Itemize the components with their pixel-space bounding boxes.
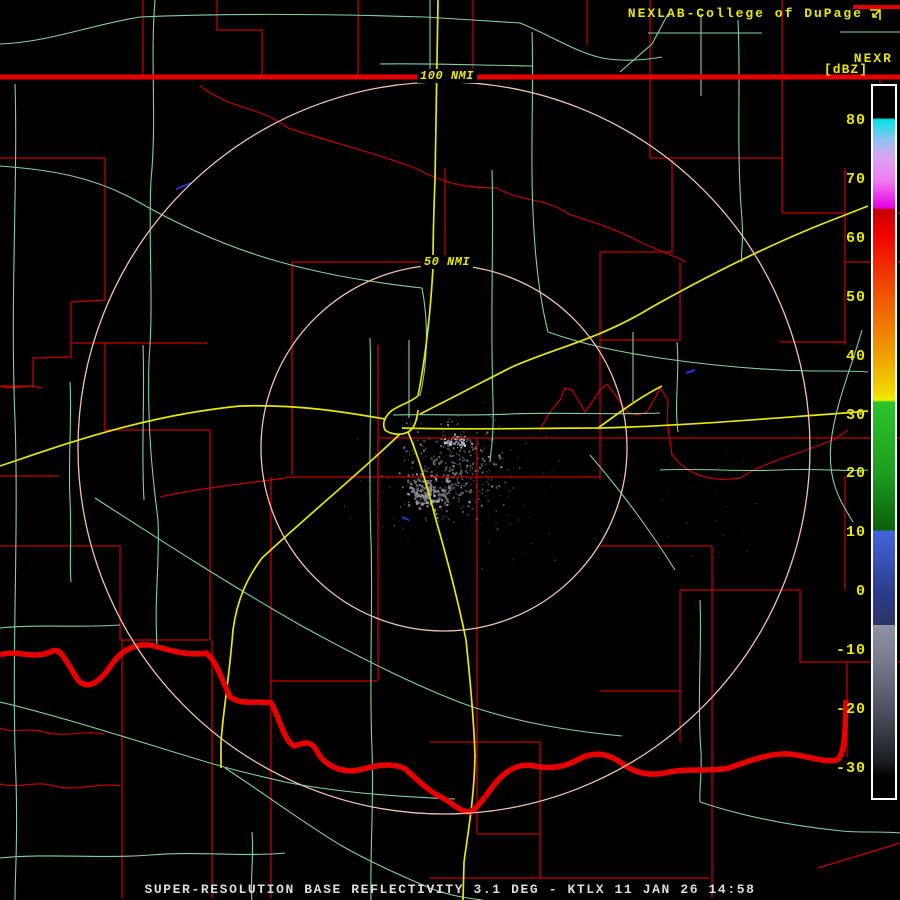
product-title: SUPER-RESOLUTION BASE REFLECTIVITY 3.1 D… [144,882,756,897]
range-ring-50-label: 50 NMI [420,255,474,269]
colorbar-tick-30: 30 [845,406,866,424]
colorbar-tick--30: -30 [835,759,866,777]
radar-map [0,0,900,900]
water-segments [175,182,696,521]
colorbar-tick-50: 50 [845,288,866,306]
colorbar-tick-10: 10 [845,524,866,542]
colorbar-tick-20: 20 [845,465,866,483]
cod-logo-icon [870,8,881,20]
county-boundaries [0,0,900,898]
reflectivity-colorbar [871,84,897,800]
colorbar-tick--20: -20 [835,700,866,718]
colorbar-tick-60: 60 [845,229,866,247]
brand-text: NEXLAB-College of DuPage [627,6,863,21]
brand-banner: NEXLAB-College of DuPage [628,6,882,21]
colorbar-tick-70: 70 [845,171,866,189]
red-rivers [0,85,849,789]
radar-screen: 100 NMI 50 NMI 80 70 60 50 40 30 20 10 0 -10 -20 -3… [0,0,900,900]
colorbar-tick-80: 80 [845,112,866,130]
colorbar-tick-0: 0 [855,583,866,601]
colorbar-tick--10: -10 [835,641,866,659]
range-ring-100-label: 100 NMI [417,69,477,83]
units-label: [dBZ] [823,62,868,77]
state-borders [0,5,900,815]
colorbar-tick-40: 40 [845,347,866,365]
